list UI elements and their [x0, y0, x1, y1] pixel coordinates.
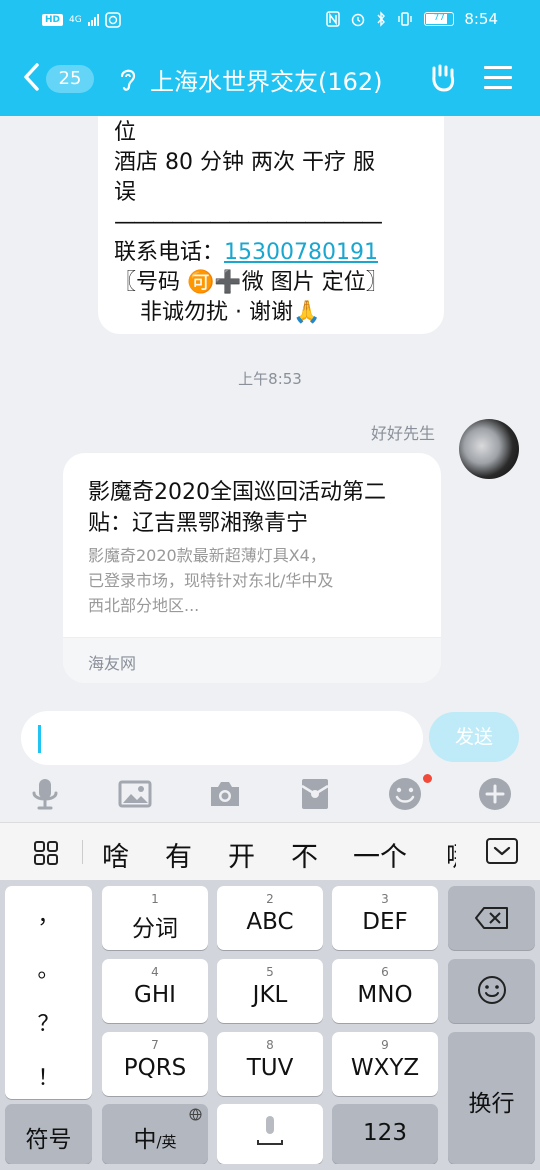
key-2[interactable]: 2 ABC	[217, 886, 323, 950]
link-card-title: 影魔奇2020全国巡回活动第二贴：辽吉黑鄂湘豫青宁	[88, 480, 386, 536]
message-bubble[interactable]: 位 酒店 80 分钟 两次 干疗 服 误 —————————————— 联系电话…	[98, 116, 444, 334]
unread-count-badge[interactable]: 25	[46, 65, 94, 93]
sender-name: 好好先生	[370, 424, 435, 443]
clock: 8:54	[464, 10, 498, 28]
message-list[interactable]: 位 酒店 80 分钟 两次 干疗 服 误 —————————————— 联系电话…	[0, 116, 540, 708]
symbol-key[interactable]: 符号	[5, 1104, 92, 1164]
link-card-description: 影魔奇2020款最新超薄灯具X4，已登录市场，现特针对东北/华中及西北部分地区.…	[88, 546, 334, 615]
phone-label: 联系电话：	[114, 240, 225, 265]
keyboard-collapse-icon[interactable]	[486, 838, 518, 864]
backspace-icon	[474, 907, 508, 929]
send-button[interactable]: 发送	[429, 712, 519, 762]
message-input[interactable]	[21, 711, 423, 765]
candidate-word[interactable]: 开	[228, 835, 255, 874]
backspace-key[interactable]	[448, 886, 535, 950]
signal-icon	[87, 14, 99, 26]
phone-link[interactable]: 15300780191	[224, 240, 378, 265]
message-timestamp: 上午8:53	[238, 370, 302, 388]
keyboard-bottom	[0, 1164, 540, 1170]
ear-icon	[120, 69, 136, 91]
nfc-icon	[326, 11, 341, 27]
camera-icon[interactable]	[207, 776, 243, 812]
candidate-word[interactable]: 一个	[353, 835, 407, 874]
emoji-icon[interactable]	[387, 776, 423, 812]
link-card[interactable]: 影魔奇2020全国巡回活动第二贴：辽吉黑鄂湘豫青宁 影魔奇2020款最新超薄灯具…	[63, 453, 441, 683]
grid-menu-icon[interactable]	[33, 840, 59, 866]
message-line: ——————————————	[114, 210, 383, 235]
message-line: 〖号码 🉑➕微 图片 定位〗	[114, 270, 388, 295]
candidate-word[interactable]: 啥	[102, 835, 129, 874]
red-packet-icon[interactable]	[297, 776, 333, 812]
message-line: 非诚勿扰 · 谢谢🙏	[140, 300, 321, 325]
globe-icon	[189, 1108, 202, 1121]
message-line: 误	[114, 180, 137, 205]
key-7[interactable]: 7 PQRS	[102, 1032, 208, 1096]
chat-header: 25 上海水世界交友(162)	[0, 40, 540, 116]
key-6[interactable]: 6 MNO	[332, 959, 438, 1023]
candidate-word[interactable]: 哪	[446, 835, 456, 874]
punct-key[interactable]: 。	[5, 952, 92, 984]
avatar[interactable]	[459, 419, 519, 479]
vibrate-icon	[398, 12, 413, 26]
link-card-footer: 海友网	[63, 637, 441, 683]
composer-toolbar	[0, 770, 540, 822]
space-key[interactable]	[217, 1104, 323, 1164]
chat-title: 上海水世界交友(162)	[150, 68, 383, 96]
numeric-key[interactable]: 123	[332, 1104, 438, 1164]
app-notification-icon	[104, 12, 121, 28]
alarm-icon	[352, 13, 365, 27]
accept-emoji-icon: 🉑	[187, 270, 215, 295]
key-5[interactable]: 5 JKL	[217, 959, 323, 1023]
key-4[interactable]: 4 GHI	[102, 959, 208, 1023]
composer: 发送	[0, 708, 540, 770]
message-line: 酒店 80 分钟 两次 干疗 服	[114, 150, 375, 175]
key-1[interactable]: 1 分词	[102, 886, 208, 950]
emoji-key[interactable]	[448, 959, 535, 1023]
punct-key[interactable]: ！	[5, 1060, 92, 1092]
microphone-icon[interactable]	[27, 776, 63, 812]
key-3[interactable]: 3 DEF	[332, 886, 438, 950]
microphone-icon	[257, 1116, 283, 1145]
key-8[interactable]: 8 TUV	[217, 1032, 323, 1096]
punct-key[interactable]: ？	[5, 1006, 92, 1038]
candidate-word[interactable]: 有	[165, 835, 192, 874]
status-bar: HD 4G 77 8:54	[0, 0, 540, 40]
link-card-source: 海友网	[88, 654, 137, 673]
battery-icon: 77	[424, 12, 455, 26]
back-chevron-icon[interactable]	[22, 62, 42, 92]
text-caret	[38, 725, 41, 753]
image-icon[interactable]	[117, 776, 153, 812]
bluetooth-icon	[377, 11, 386, 27]
hd-badge: HD	[42, 14, 64, 26]
punct-key[interactable]: ，	[5, 898, 92, 930]
message-line: 位	[114, 120, 137, 145]
phone-line: 联系电话：15300780191	[114, 238, 444, 268]
ime-candidate-bar: 啥 有 开 不 一个 哪	[0, 822, 540, 880]
enter-key[interactable]: 换行	[448, 1032, 535, 1164]
plus-icon[interactable]	[477, 776, 513, 812]
key-9[interactable]: 9 WXYZ	[332, 1032, 438, 1096]
menu-icon[interactable]	[484, 66, 512, 90]
network-type: 4G	[69, 15, 82, 25]
candidate-word[interactable]: 不	[291, 835, 318, 874]
hand-gesture-icon[interactable]	[428, 62, 460, 94]
keyboard: ， 。 ？ ！ 1 分词 2 ABC 3 DEF 4 GHI 5 JKL 6 MNO 7 PQ…	[0, 880, 540, 1170]
smiley-icon	[477, 976, 506, 1004]
notification-dot	[423, 774, 432, 783]
divider	[82, 840, 83, 864]
pray-emoji-icon: 🙏	[292, 300, 321, 325]
punctuation-column[interactable]: ， 。 ？ ！	[5, 886, 92, 1099]
language-switch-key[interactable]: 中/英	[102, 1104, 208, 1164]
